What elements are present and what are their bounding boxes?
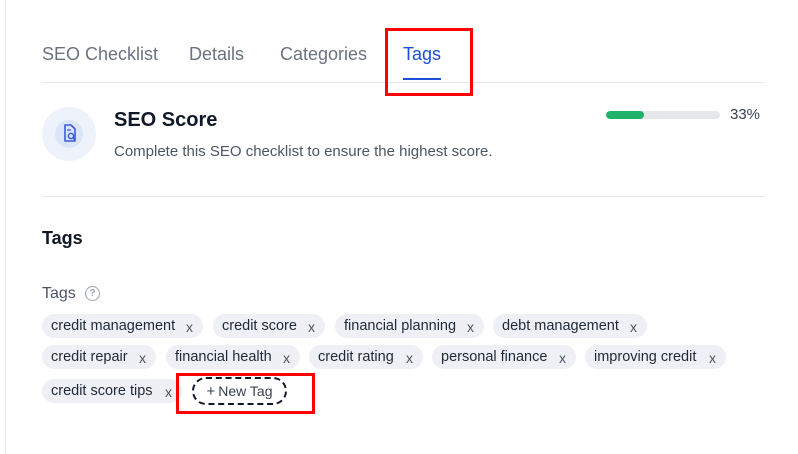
remove-tag-icon[interactable]: x: [467, 315, 474, 339]
highlight-box-new-tag: [176, 373, 315, 414]
tag-chip: credit score x: [213, 314, 325, 338]
seo-score-title: SEO Score: [114, 109, 218, 131]
tags-field-label: Tags: [42, 285, 76, 302]
tag-chip: improving credit x: [585, 345, 726, 369]
tag-label: credit repair: [51, 349, 128, 365]
tag-label: financial health: [175, 349, 272, 365]
remove-tag-icon[interactable]: x: [559, 346, 566, 370]
remove-tag-icon[interactable]: x: [283, 346, 290, 370]
remove-tag-icon[interactable]: x: [139, 346, 146, 370]
remove-tag-icon[interactable]: x: [630, 315, 637, 339]
tag-chip: credit repair x: [42, 345, 156, 369]
remove-tag-icon[interactable]: x: [186, 315, 193, 339]
tag-label: improving credit: [594, 349, 697, 365]
tag-chip: financial health x: [166, 345, 300, 369]
help-circle-icon[interactable]: ?: [85, 286, 100, 301]
tag-chip: credit score tips x: [42, 379, 182, 403]
seo-score-percent: 33%: [730, 106, 761, 123]
remove-tag-icon[interactable]: x: [308, 315, 315, 339]
tab-categories[interactable]: Categories: [280, 44, 367, 65]
tab-details[interactable]: Details: [189, 44, 244, 65]
tag-chip: credit management x: [42, 314, 203, 338]
highlight-box-tags-tab: [385, 28, 473, 96]
tag-label: credit score tips: [51, 383, 153, 399]
tag-label: credit management: [51, 318, 176, 334]
seo-score-progress-fill: [606, 111, 644, 119]
tag-label: credit rating: [318, 349, 394, 365]
seo-score-progress-bar: [606, 111, 720, 119]
remove-tag-icon[interactable]: x: [406, 346, 413, 370]
tag-label: debt management: [502, 318, 619, 334]
tag-label: credit score: [222, 318, 297, 334]
tag-chip: personal finance x: [432, 345, 576, 369]
tags-section-title: Tags: [42, 228, 83, 248]
tag-chip: financial planning x: [335, 314, 484, 338]
section-divider: [42, 196, 764, 197]
remove-tag-icon[interactable]: x: [165, 380, 172, 404]
tag-chip: debt management x: [493, 314, 647, 338]
tag-label: financial planning: [344, 318, 457, 334]
tag-chip: credit rating x: [309, 345, 423, 369]
seo-report-icon: [42, 107, 96, 161]
seo-score-description: Complete this SEO checklist to ensure th…: [114, 143, 493, 160]
remove-tag-icon[interactable]: x: [709, 346, 716, 370]
tab-seo-checklist[interactable]: SEO Checklist: [42, 44, 158, 65]
tag-label: personal finance: [441, 349, 548, 365]
left-border: [5, 0, 6, 454]
